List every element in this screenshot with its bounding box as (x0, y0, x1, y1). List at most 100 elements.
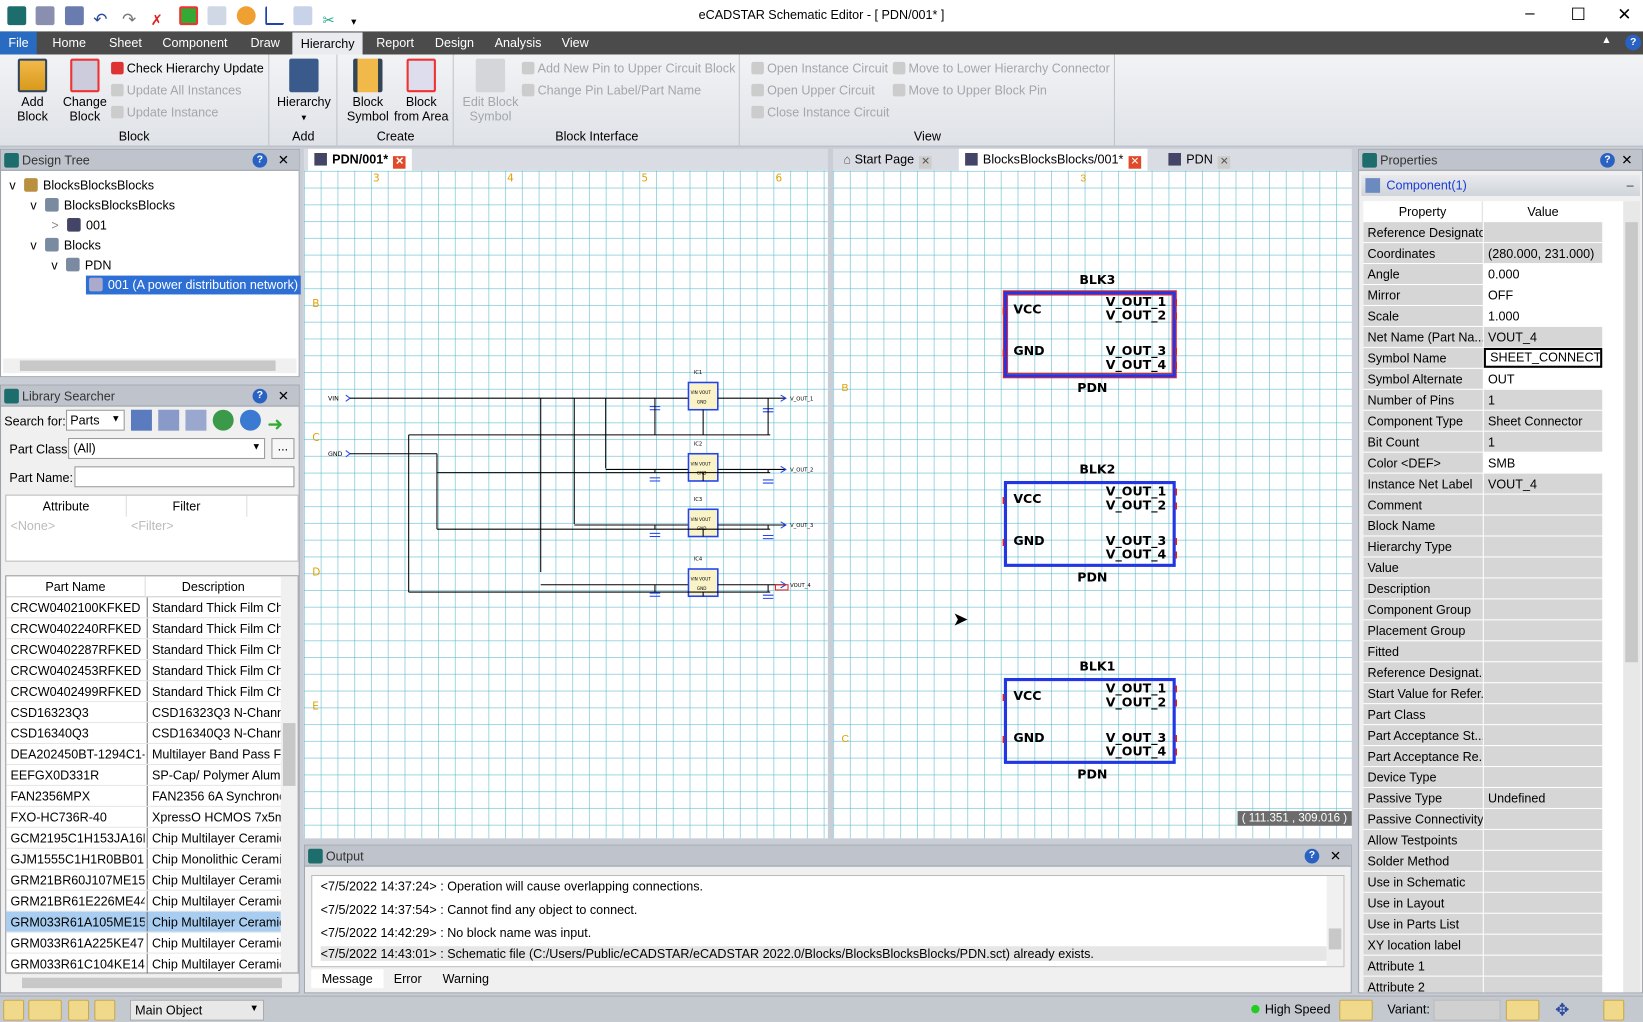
part-name-input[interactable] (74, 466, 295, 488)
part-class-select[interactable]: (All) ▼ (68, 438, 266, 459)
property-value[interactable]: OFF (1483, 285, 1603, 305)
property-value[interactable] (1483, 578, 1603, 599)
block-from-area-button[interactable]: Block from Area (393, 58, 450, 124)
tab-report[interactable]: Report (368, 31, 423, 54)
property-row[interactable]: Number of Pins 1 (1363, 389, 1603, 411)
pin-v-out-3[interactable]: V_OUT_3 (1106, 730, 1167, 745)
tree-item[interactable]: v BlocksBlocksBlocks (9, 178, 154, 193)
variant-select[interactable] (1433, 999, 1501, 1021)
tab-view[interactable]: View (553, 31, 597, 54)
part-row[interactable]: CRCW0402453RFKED Standard Thick Film Chip (6, 660, 281, 682)
part-row[interactable]: CRCW0402240RFKED Standard Thick Film Chip (6, 618, 281, 640)
part-row[interactable]: EEFGX0D331R SP-Cap/ Polymer Alumin (6, 764, 281, 786)
property-row[interactable]: Comment (1363, 494, 1603, 516)
property-value[interactable]: Undefined (1483, 788, 1603, 808)
property-row[interactable]: Reference Designator (1363, 222, 1603, 243)
browse-button[interactable]: ... (271, 438, 295, 459)
expand-icon[interactable]: > (51, 218, 58, 233)
property-row[interactable]: Solder Method (1363, 850, 1603, 872)
pin-gnd[interactable]: GND (1013, 344, 1044, 359)
property-value[interactable] (1483, 976, 1603, 993)
pin-v-out-1[interactable]: V_OUT_1 (1106, 681, 1167, 696)
pin-v-out-4[interactable]: V_OUT_4 (1106, 744, 1167, 759)
schematic-canvas[interactable]: 3 4 5 6 B C D E VIN GND IC1 VIN VOUT GND V_OUT_1 IC2 VI… (303, 170, 828, 839)
property-row[interactable]: Start Value for Refer... (1363, 683, 1603, 704)
close-tab-icon[interactable]: ✕ (1128, 156, 1142, 169)
part-row[interactable]: GRM033R61C104KE14D Chip Multilayer Cerami… (6, 953, 281, 975)
help-icon[interactable]: ? (252, 388, 268, 404)
property-value[interactable]: 1.000 (1483, 305, 1603, 326)
close-tab-icon[interactable]: ✕ (919, 156, 932, 169)
gear-icon[interactable] (239, 409, 261, 431)
property-value[interactable]: SMB (1483, 452, 1603, 473)
part-row[interactable]: GJM1555C1H1R0BB01D Chip Monolithic Cerami… (6, 848, 281, 870)
vertical-scrollbar[interactable] (1623, 201, 1640, 993)
block-symbol[interactable]: VCC GND V_OUT_1 V_OUT_2 V_OUT_3 V_OUT_4 I I I I I I (1002, 291, 1178, 378)
property-value[interactable]: Sheet Connector (1483, 410, 1603, 431)
filter-value-cell[interactable]: <Filter> (131, 519, 174, 534)
property-row[interactable]: Use in Parts List (1363, 913, 1603, 935)
search-parts-icon[interactable] (130, 409, 152, 431)
property-row[interactable]: Symbol Alternate OUT (1363, 368, 1603, 390)
property-row[interactable]: Mirror OFF (1363, 285, 1603, 306)
property-value[interactable] (1483, 536, 1603, 557)
property-value[interactable] (1483, 620, 1603, 641)
block-symbol-button[interactable]: Block Symbol (345, 58, 391, 124)
tab-pdn-001[interactable]: PDN/001* ✕ (308, 148, 413, 171)
property-row[interactable]: Bit Count 1 (1363, 431, 1603, 453)
property-row[interactable]: Component Type Sheet Connector (1363, 410, 1603, 432)
column-description[interactable]: Description (144, 576, 281, 598)
property-row[interactable]: Part Class (1363, 704, 1603, 725)
property-row[interactable]: Fitted (1363, 641, 1603, 662)
edit-mode-icon[interactable] (1603, 999, 1625, 1021)
property-value[interactable] (1483, 829, 1603, 850)
hierarchy-toggle-icon[interactable] (94, 999, 116, 1021)
tab-analysis[interactable]: Analysis (486, 31, 550, 54)
property-value[interactable]: 1 (1483, 389, 1603, 410)
tab-blocksblocksblocks-001[interactable]: BlocksBlocksBlocks/001* ✕ (958, 148, 1148, 171)
property-row[interactable]: Passive Connectivity (1363, 808, 1603, 830)
web-icon[interactable] (212, 409, 234, 431)
help-icon[interactable]: ? (252, 152, 268, 168)
block-symbol[interactable]: VCC GND V_OUT_1 V_OUT_2 V_OUT_3 V_OUT_4 I I I I I I (1002, 480, 1178, 567)
pin-gnd[interactable]: GND (1013, 533, 1044, 548)
update-instance-button[interactable]: Update Instance (111, 105, 218, 119)
help-icon[interactable]: ? (1304, 848, 1320, 864)
tree-item[interactable]: v PDN (51, 257, 111, 272)
hierarchy-button[interactable]: Hierarchy ▾ (275, 58, 334, 125)
part-row[interactable]: GRM21BR60J107ME15L Chip Multilayer Cerami… (6, 869, 281, 891)
vertical-scrollbar[interactable] (280, 576, 298, 973)
filter-attribute-cell[interactable]: <None> (10, 519, 55, 534)
tab-warning[interactable]: Warning (432, 969, 499, 988)
pin-v-out-4[interactable]: V_OUT_4 (1106, 357, 1167, 372)
close-tab-icon[interactable]: ✕ (1218, 156, 1231, 169)
property-row[interactable]: Attribute 1 (1363, 955, 1603, 977)
property-value[interactable]: OUT (1483, 368, 1603, 389)
property-row[interactable]: Angle 0.000 (1363, 264, 1603, 285)
property-row[interactable]: Color <DEF> SMB (1363, 452, 1603, 474)
tab-error[interactable]: Error (383, 969, 432, 988)
property-value[interactable] (1483, 913, 1603, 934)
property-row[interactable]: Attribute 2 (1363, 976, 1603, 993)
pin-v-out-2[interactable]: V_OUT_2 (1106, 695, 1167, 710)
close-icon[interactable]: ✕ (278, 386, 289, 407)
pin-v-out-3[interactable]: V_OUT_3 (1106, 344, 1167, 359)
maximize-button[interactable]: ☐ (1557, 4, 1599, 25)
open-instance-circuit-button[interactable]: Open Instance Circuit (751, 61, 888, 75)
property-value[interactable] (1483, 725, 1603, 746)
search-for-select[interactable]: Parts ▼ (66, 409, 125, 431)
property-value[interactable] (1483, 808, 1603, 829)
property-row[interactable]: Scale 1.000 (1363, 305, 1603, 327)
block-canvas[interactable]: 3 B C BLK3 VCC GND V_OUT_1 V_OUT_2 V_OUT_3 V_O… (833, 170, 1352, 839)
horizontal-scrollbar[interactable] (3, 358, 297, 374)
pin-v-out-1[interactable]: V_OUT_1 (1106, 294, 1167, 309)
property-value[interactable] (1483, 515, 1603, 536)
column-part-name[interactable]: Part Name (6, 576, 144, 597)
property-row[interactable]: Device Type (1363, 767, 1603, 788)
horizontal-scrollbar[interactable] (5, 975, 299, 991)
tree-item[interactable]: v Blocks (30, 237, 101, 253)
property-row[interactable]: Description (1363, 578, 1603, 599)
pin-v-out-1[interactable]: V_OUT_1 (1106, 484, 1167, 499)
close-instance-circuit-button[interactable]: Close Instance Circuit (751, 105, 889, 119)
tree-item[interactable]: v BlocksBlocksBlocks (30, 198, 175, 213)
